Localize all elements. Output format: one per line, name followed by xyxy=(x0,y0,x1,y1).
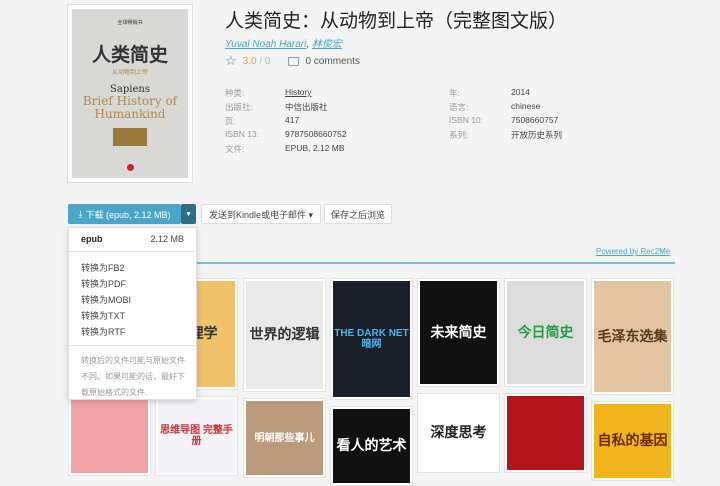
cover-title: 看人的艺术 xyxy=(336,437,407,454)
recommended-book-cover[interactable]: 看人的艺术 xyxy=(330,406,413,486)
rating-sep: / xyxy=(259,55,263,67)
powered-by-link[interactable]: Powered by Rec2Me xyxy=(596,247,670,256)
author-link[interactable]: 林俊宏 xyxy=(312,39,342,50)
recommended-book-cover[interactable]: 毛泽东选集 xyxy=(591,278,674,395)
cover-title: 自私的基因 xyxy=(597,432,668,449)
star-icon[interactable]: ☆ xyxy=(225,53,237,69)
comments-link[interactable]: 0 comments xyxy=(305,56,359,67)
save-for-later-button[interactable]: 保存之后浏览 xyxy=(324,204,392,224)
cover-title-en: Brief History of Humankind xyxy=(82,94,178,121)
cover-title: 人类简史 xyxy=(91,44,168,66)
menu-item-convert-pdf[interactable]: 转换为PDF xyxy=(81,277,126,290)
menu-item-convert-fb2[interactable]: 转换为FB2 xyxy=(81,261,125,274)
send-to-kindle-button[interactable]: 发送到Kindle或电子邮件 ▾ xyxy=(201,204,321,224)
prop-value: 2014 xyxy=(511,87,530,97)
cover-title: 毛泽东选集 xyxy=(597,327,668,344)
recommended-book-cover[interactable]: 世界的逻辑 xyxy=(243,278,326,392)
download-label: 下载 (epub, 2.12 MB) xyxy=(85,209,171,220)
recommended-book-cover[interactable] xyxy=(504,393,587,473)
prop-value: 开放历史系列 xyxy=(511,130,563,140)
menu-item-size: 2.12 MB xyxy=(150,234,184,244)
download-icon: ⤓ xyxy=(78,208,83,219)
cover-series: 全球畅销书 xyxy=(117,20,143,26)
prop-value: 中信出版社 xyxy=(285,102,328,112)
prop-value: EPUB, 2.12 MB xyxy=(285,143,345,153)
recommended-book-cover[interactable]: THE DARK NET 暗网 xyxy=(330,278,413,400)
category-link[interactable]: History xyxy=(285,87,311,97)
prop-value: chinese xyxy=(511,101,541,111)
prop-label: 年: xyxy=(449,88,460,98)
recommended-book-cover[interactable] xyxy=(68,396,151,476)
prop-label: 文件: xyxy=(225,144,245,154)
author-link[interactable]: Yuval Noah Harari xyxy=(225,39,306,50)
authors: Yuval Noah Harari, 林俊宏 xyxy=(225,39,342,50)
prop-label: 种类: xyxy=(225,88,245,98)
menu-item-convert-mobi[interactable]: 转换为MOBI xyxy=(81,293,131,306)
prop-value: 417 xyxy=(285,115,300,125)
cover-title: THE DARK NET 暗网 xyxy=(334,328,409,350)
rating-bar: ☆ 3.0 / 0 0 comments xyxy=(225,53,360,69)
cover-title: 明朝那些事儿 xyxy=(254,432,315,444)
menu-item-convert-rtf[interactable]: 转换为RTF xyxy=(81,325,125,338)
cover-title: 思维导图 完整手册 xyxy=(160,425,233,447)
recommended-book-cover[interactable]: 自私的基因 xyxy=(591,401,674,481)
book-title: 人类简史：从动物到上帝（完整图文版） xyxy=(225,11,568,32)
rating-value: 3.0 xyxy=(242,55,257,67)
prop-label: 页: xyxy=(225,116,236,126)
prop-value: 9787508660752 xyxy=(285,129,347,139)
prop-label: 语言: xyxy=(449,102,469,112)
prop-label: 系列: xyxy=(449,130,469,140)
conversion-note: 转换后的文件可能与原始文件不同。如果可能的话，最好下载原始格式的文件. xyxy=(81,356,185,397)
caret-down-icon: ▼ xyxy=(185,210,192,218)
recommended-book-cover[interactable]: 深度思考 xyxy=(417,393,500,473)
recommended-book-cover[interactable]: 今日简史 xyxy=(504,278,587,387)
download-dropdown-toggle[interactable]: ▼ xyxy=(181,204,196,224)
download-menu: epub 2.12 MB 转换为FB2 转换为PDF 转换为MOBI 转换为TX… xyxy=(68,227,197,400)
prop-value: 7508660757 xyxy=(511,115,559,125)
prop-label: ISBN 13: xyxy=(225,129,260,139)
book-cover[interactable]: 全球畅销书 人类简史 从动物到上帝 Sapiens Brief History … xyxy=(67,4,193,183)
recommended-book-cover[interactable]: 思维导图 完整手册 xyxy=(155,396,238,476)
download-button[interactable]: ⤓ 下载 (epub, 2.12 MB) xyxy=(68,204,181,224)
cover-title: 今日简史 xyxy=(517,323,574,340)
prop-label: ISBN 10: xyxy=(449,115,484,125)
cover-title: 未来简史 xyxy=(430,323,487,340)
prop-label: 出版社: xyxy=(225,102,253,112)
rating-count: 0 xyxy=(264,55,271,67)
recommended-book-cover[interactable]: 未来简史 xyxy=(417,278,500,387)
cover-subtitle: 从动物到上帝 xyxy=(111,69,148,76)
menu-item-epub[interactable]: epub xyxy=(81,234,103,244)
comment-icon[interactable] xyxy=(288,56,300,66)
cover-title: 深度思考 xyxy=(430,424,487,441)
cover-title: 世界的逻辑 xyxy=(249,326,320,343)
recommended-book-cover[interactable]: 明朝那些事儿 xyxy=(243,398,326,478)
menu-item-convert-txt[interactable]: 转换为TXT xyxy=(81,309,125,322)
